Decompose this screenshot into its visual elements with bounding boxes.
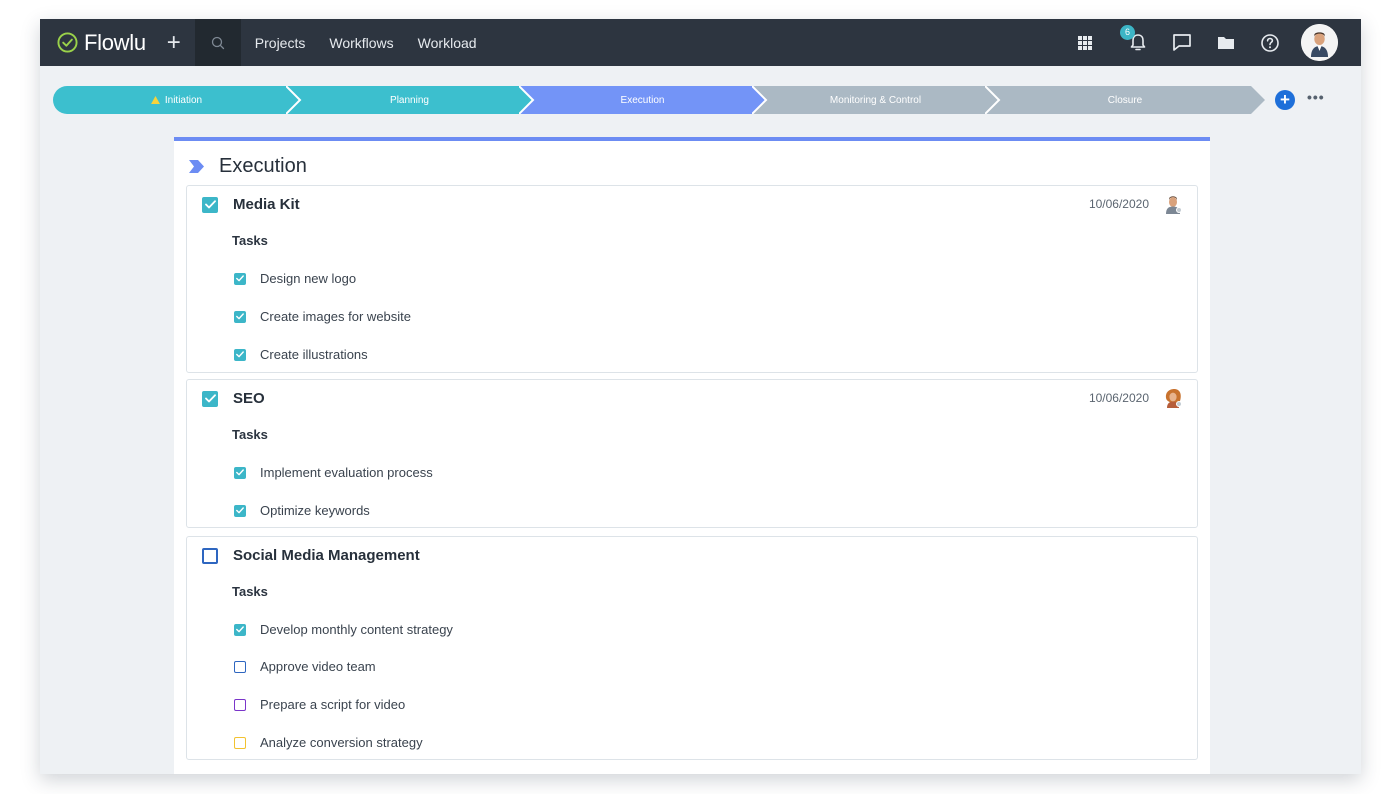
logo-text: Flowlu	[84, 29, 146, 55]
task-item[interactable]: Design new logo	[234, 271, 356, 286]
top-right-tools: 6	[1075, 19, 1361, 66]
stage-label-planning: Planning	[390, 94, 429, 106]
stage-chevron-icon	[189, 160, 204, 173]
stage-title: Execution	[219, 155, 307, 177]
task-list-title[interactable]: Social Media Management	[233, 547, 420, 564]
flowlu-logo[interactable]: Flowlu	[57, 30, 146, 56]
help-icon	[1261, 33, 1279, 52]
search-icon	[211, 36, 224, 49]
more-options-button[interactable]: •••	[1307, 89, 1325, 105]
task-checkbox[interactable]	[234, 310, 246, 323]
user-avatar-image	[1301, 24, 1338, 61]
task-list-title[interactable]: SEO	[233, 390, 265, 407]
assignee-avatar-image	[1166, 196, 1182, 214]
help-button[interactable]	[1260, 33, 1280, 53]
check-icon	[236, 275, 244, 282]
main-nav: Projects Workflows Workload	[255, 35, 501, 51]
chat-icon	[1173, 34, 1191, 51]
assignee-avatar[interactable]	[1163, 388, 1183, 408]
task-text: Approve video team	[260, 659, 376, 674]
user-avatar[interactable]	[1301, 24, 1338, 61]
task-text: Create illustrations	[260, 347, 368, 362]
task-list-title[interactable]: Media Kit	[233, 196, 300, 213]
due-date: 10/06/2020	[1088, 197, 1149, 211]
task-item[interactable]: Create illustrations	[234, 347, 368, 362]
task-list-card: Media Kit 10/06/2020 Tasks Design new lo…	[186, 185, 1198, 373]
task-text: Develop monthly content strategy	[260, 622, 453, 637]
stage-monitoring-control[interactable]: Monitoring & Control	[752, 86, 999, 114]
create-new-button[interactable]: +	[164, 19, 184, 66]
check-icon	[236, 626, 244, 633]
task-checkbox[interactable]	[234, 272, 246, 285]
app-window: Flowlu + Projects Workflows Workload 6 I…	[40, 19, 1361, 774]
task-item[interactable]: Create images for website	[234, 309, 411, 324]
task-item[interactable]: Implement evaluation process	[234, 465, 433, 480]
task-text: Analyze conversion strategy	[260, 735, 423, 750]
stage-closure[interactable]: Closure	[985, 86, 1265, 114]
check-icon	[236, 313, 244, 320]
task-list-card: Social Media Management Tasks Develop mo…	[186, 536, 1198, 760]
check-icon	[236, 351, 244, 358]
task-checkbox[interactable]	[234, 348, 246, 361]
task-checkbox[interactable]	[234, 698, 246, 711]
nav-workflows[interactable]: Workflows	[329, 35, 393, 51]
task-list-checkbox[interactable]	[202, 196, 218, 213]
task-checkbox[interactable]	[234, 736, 246, 749]
task-checkbox[interactable]	[234, 660, 246, 673]
task-text: Create images for website	[260, 309, 412, 324]
task-text: Design new logo	[260, 271, 357, 286]
search-button[interactable]	[194, 19, 241, 66]
task-list-card: SEO 10/06/2020 Tasks Implement evaluatio…	[186, 379, 1198, 528]
stage-heading: Execution	[189, 155, 307, 178]
task-item[interactable]: Develop monthly content strategy	[234, 622, 453, 637]
stage-planning[interactable]: Planning	[286, 86, 533, 114]
due-date: 10/06/2020	[1088, 391, 1149, 405]
notifications-badge: 6	[1120, 24, 1135, 40]
task-text: Prepare a script for video	[260, 697, 406, 712]
stage-label-initiation: Initiation	[164, 94, 203, 106]
task-checkbox[interactable]	[234, 623, 246, 636]
check-icon	[236, 469, 244, 476]
task-list-checkbox[interactable]	[202, 547, 218, 564]
apps-grid-icon	[1078, 35, 1092, 50]
folder-icon	[1218, 37, 1234, 49]
stage-label-closure: Closure	[1107, 94, 1143, 106]
apps-grid-button[interactable]	[1075, 33, 1095, 53]
check-icon	[236, 507, 244, 514]
stage-label-execution: Execution	[620, 94, 665, 106]
messages-button[interactable]	[1172, 33, 1192, 53]
stage-panel: Execution Media Kit 10/06/2020 Tasks Des…	[174, 137, 1210, 774]
tasks-label: Tasks	[232, 584, 268, 599]
task-text: Implement evaluation process	[260, 465, 433, 480]
task-item[interactable]: Approve video team	[234, 659, 376, 674]
task-checkbox[interactable]	[234, 466, 246, 479]
stage-initiation[interactable]: Initiation	[53, 86, 300, 114]
tasks-label: Tasks	[232, 233, 268, 248]
top-navigation-bar: Flowlu + Projects Workflows Workload 6	[40, 19, 1361, 66]
tasks-label: Tasks	[232, 427, 268, 442]
task-item[interactable]: Analyze conversion strategy	[234, 735, 423, 750]
check-icon	[204, 394, 216, 403]
stage-execution[interactable]: Execution	[519, 86, 766, 114]
assignee-avatar-image	[1165, 389, 1182, 408]
notifications-button[interactable]: 6	[1120, 24, 1148, 53]
assignee-avatar[interactable]	[1163, 194, 1183, 214]
task-item[interactable]: Optimize keywords	[234, 503, 370, 518]
nav-projects[interactable]: Projects	[255, 35, 306, 51]
stage-label-monitoring-control: Monitoring & Control	[829, 94, 922, 106]
check-icon	[204, 200, 216, 209]
task-list-checkbox[interactable]	[202, 390, 218, 407]
task-text: Optimize keywords	[260, 503, 370, 518]
warning-icon	[150, 96, 160, 104]
nav-workload[interactable]: Workload	[418, 35, 477, 51]
folders-button[interactable]	[1216, 33, 1236, 53]
logo-check-icon	[57, 32, 78, 53]
stage-pipeline: Initiation Planning Execution Monitoring…	[53, 86, 1265, 114]
add-stage-button[interactable]: +	[1275, 90, 1295, 110]
task-item[interactable]: Prepare a script for video	[234, 697, 405, 712]
task-checkbox[interactable]	[234, 504, 246, 517]
